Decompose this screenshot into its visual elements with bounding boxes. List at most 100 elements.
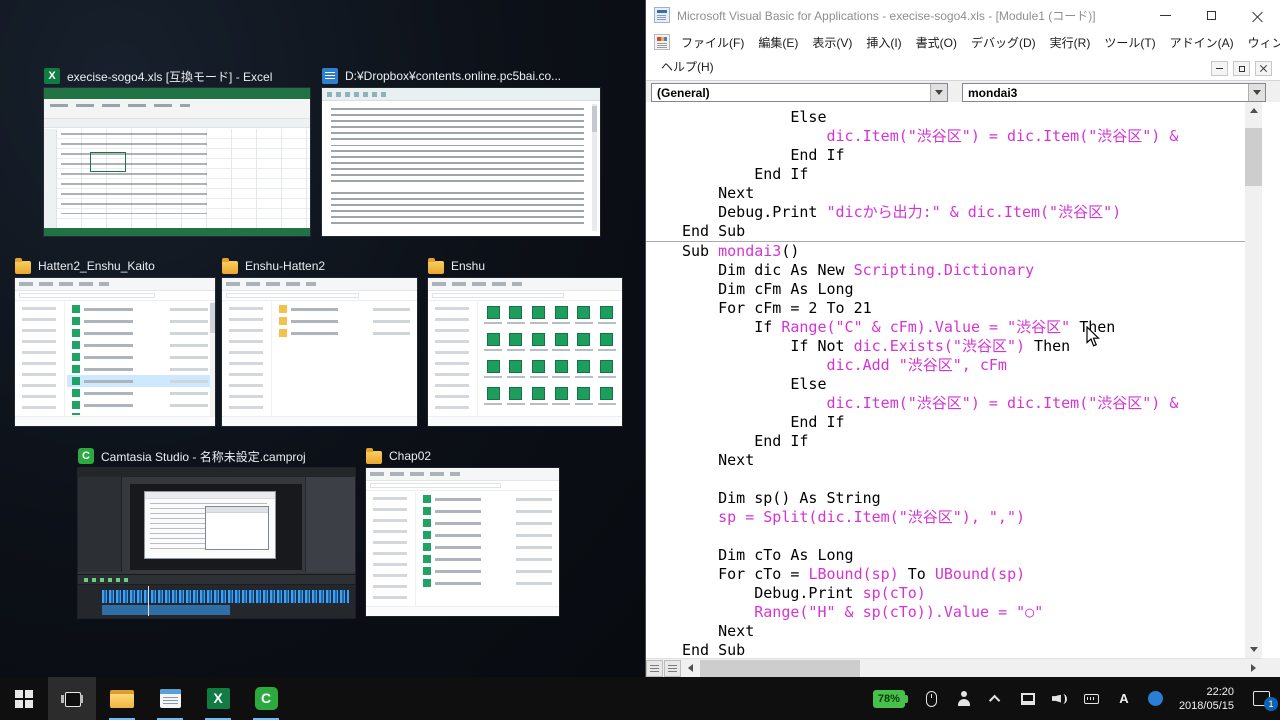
explorer-window-preview[interactable] (366, 468, 559, 616)
tray-volume-button[interactable] (1051, 689, 1069, 709)
task-view-button[interactable] (48, 677, 96, 720)
explorer-preview-ribbon (15, 278, 215, 291)
tray-bluetooth-button[interactable] (1147, 689, 1165, 709)
folder-icon (222, 261, 238, 274)
taskbar-camtasia-button[interactable] (242, 677, 290, 720)
mdi-minimize-button[interactable] (1211, 61, 1228, 76)
taskbar-vba-button[interactable] (146, 677, 194, 720)
taskview-thumbnail-document[interactable]: D:¥Dropbox¥contents.online.pc5bai.co... (322, 66, 600, 236)
excel-file-tile (595, 306, 618, 324)
procedure-view-button[interactable] (646, 660, 663, 677)
tray-keyboard-button[interactable] (1083, 689, 1101, 709)
code-segment: Debug.Print (682, 584, 863, 602)
object-dropdown[interactable]: (General) (651, 83, 948, 102)
file-date-line (373, 332, 410, 335)
file-label-line (530, 376, 548, 378)
excel-window-preview[interactable] (44, 88, 310, 236)
tray-overflow-button[interactable] (987, 689, 1005, 709)
tray-network-button[interactable] (1019, 689, 1037, 709)
module-icon[interactable] (654, 34, 670, 50)
code-line: Debug.Print "dicから出力:" & dic.Item("渋谷区") (646, 203, 1245, 222)
taskview-thumbnail-excel[interactable]: execise-sogo4.xls [互換モード] - Excel (44, 66, 310, 236)
maximize-button[interactable] (1188, 0, 1234, 30)
file-name-line (435, 582, 481, 585)
horizontal-scrollbar[interactable] (682, 660, 1262, 677)
menu-item[interactable]: ウィンドウ(W) (1241, 31, 1280, 54)
mdi-restore-button[interactable] (1233, 61, 1250, 76)
menu-item[interactable]: 表示(V) (805, 31, 859, 54)
minimize-button[interactable] (1142, 0, 1188, 30)
tray-mouse-button[interactable] (923, 689, 941, 709)
maximize-icon (1207, 11, 1216, 20)
excel-file-tile (595, 387, 618, 405)
task-view-background: execise-sogo4.xls [互換モード] - Excel D:¥Dro… (0, 0, 645, 677)
excel-file-tile (505, 333, 528, 351)
taskbar-excel-button[interactable] (194, 677, 242, 720)
taskview-thumbnail-hatten2-enshu-kaito[interactable]: Hatten2_Enshu_Kaito (15, 256, 215, 426)
code-lines: Else dic.Item("渋谷区") = dic.Item("渋谷区") &… (646, 108, 1245, 658)
file-label-line (598, 349, 616, 351)
menu-item[interactable]: ツール(T) (1097, 31, 1162, 54)
close-button[interactable] (1234, 0, 1280, 30)
battery-indicator[interactable]: 78% (873, 690, 905, 708)
code-line: Range("H" & sp(cTo)).Value = "○" (646, 603, 1245, 622)
code-line: sp = Split(dic.Item("渋谷区"), ",") (646, 508, 1245, 527)
windows-logo-icon (15, 690, 33, 708)
horizontal-scroll-thumb[interactable] (700, 660, 860, 677)
camtasia-icon (255, 687, 278, 710)
tray-ime-button[interactable]: A (1115, 689, 1133, 709)
file-icon (423, 579, 431, 587)
code-segment: mondai3 (718, 242, 781, 260)
explorer-window-preview[interactable] (222, 278, 417, 426)
file-label-line (507, 403, 525, 405)
code-segment: dic.Add "渋谷区", cFm (827, 356, 1007, 374)
tray-people-button[interactable] (955, 689, 973, 709)
file-date-line (170, 356, 208, 359)
vertical-scroll-thumb[interactable] (1245, 128, 1262, 186)
action-center-button[interactable]: 1 (1248, 689, 1274, 709)
file-row (67, 327, 213, 339)
taskview-thumbnail-chap02[interactable]: Chap02 (366, 446, 559, 616)
code-editor[interactable]: Else dic.Item("渋谷区") = dic.Item("渋谷区") &… (646, 102, 1245, 658)
menu-item[interactable]: ファイル(F) (674, 31, 751, 54)
file-icon (423, 567, 431, 575)
code-segment: Dim cFm As Long (682, 280, 854, 298)
document-window-preview[interactable] (322, 88, 600, 236)
procedure-dropdown[interactable]: mondai3 (962, 83, 1266, 102)
camtasia-window-preview[interactable] (78, 468, 355, 618)
vba-menubar: ファイル(F)編集(E)表示(V)挿入(I)書式(O)デバッグ(D)実行(R)ツ… (646, 30, 1280, 81)
camtasia-preview-menubar (78, 468, 355, 477)
taskview-thumbnail-enshu-hatten2[interactable]: Enshu-Hatten2 (222, 256, 417, 426)
vba-titlebar[interactable]: Microsoft Visual Basic for Applications … (646, 0, 1280, 30)
taskbar-file-explorer-button[interactable] (98, 677, 146, 720)
mdi-close-button[interactable] (1255, 61, 1272, 76)
code-segment: To (899, 565, 935, 583)
file-name-line (291, 332, 338, 335)
vba-editor-icon (160, 689, 181, 708)
scroll-down-button[interactable] (1245, 641, 1262, 658)
scroll-left-button[interactable] (682, 660, 699, 677)
dropdown-button[interactable] (1248, 84, 1265, 101)
menu-item[interactable]: アドイン(A) (1163, 31, 1241, 54)
code-line: dic.Add "渋谷区", cFm (646, 356, 1245, 375)
menu-item[interactable]: 編集(E) (751, 31, 805, 54)
explorer-window-preview[interactable] (428, 278, 622, 426)
menu-item-help[interactable]: ヘルプ(H) (654, 55, 721, 78)
start-button[interactable] (0, 677, 48, 720)
menu-item[interactable]: デバッグ(D) (964, 31, 1043, 54)
menu-item[interactable]: 書式(O) (909, 31, 964, 54)
explorer-window-preview[interactable] (15, 278, 215, 426)
file-row (67, 375, 213, 387)
taskview-thumbnail-camtasia[interactable]: Camtasia Studio - 名称未設定.camproj (78, 446, 355, 618)
menu-items: ファイル(F)編集(E)表示(V)挿入(I)書式(O)デバッグ(D)実行(R)ツ… (674, 31, 1280, 54)
full-module-view-button[interactable] (664, 660, 681, 677)
scroll-right-button[interactable] (1245, 660, 1262, 677)
taskview-thumbnail-enshu[interactable]: Enshu (428, 256, 622, 426)
taskbar-clock[interactable]: 22:20 2018/05/15 (1179, 685, 1234, 713)
explorer-preview-navpane (15, 302, 65, 416)
scroll-up-button[interactable] (1245, 102, 1262, 119)
menu-item[interactable]: 実行(R) (1043, 31, 1098, 54)
dropdown-button[interactable] (930, 84, 947, 101)
menu-item[interactable]: 挿入(I) (859, 31, 908, 54)
vertical-scrollbar[interactable] (1245, 102, 1262, 658)
